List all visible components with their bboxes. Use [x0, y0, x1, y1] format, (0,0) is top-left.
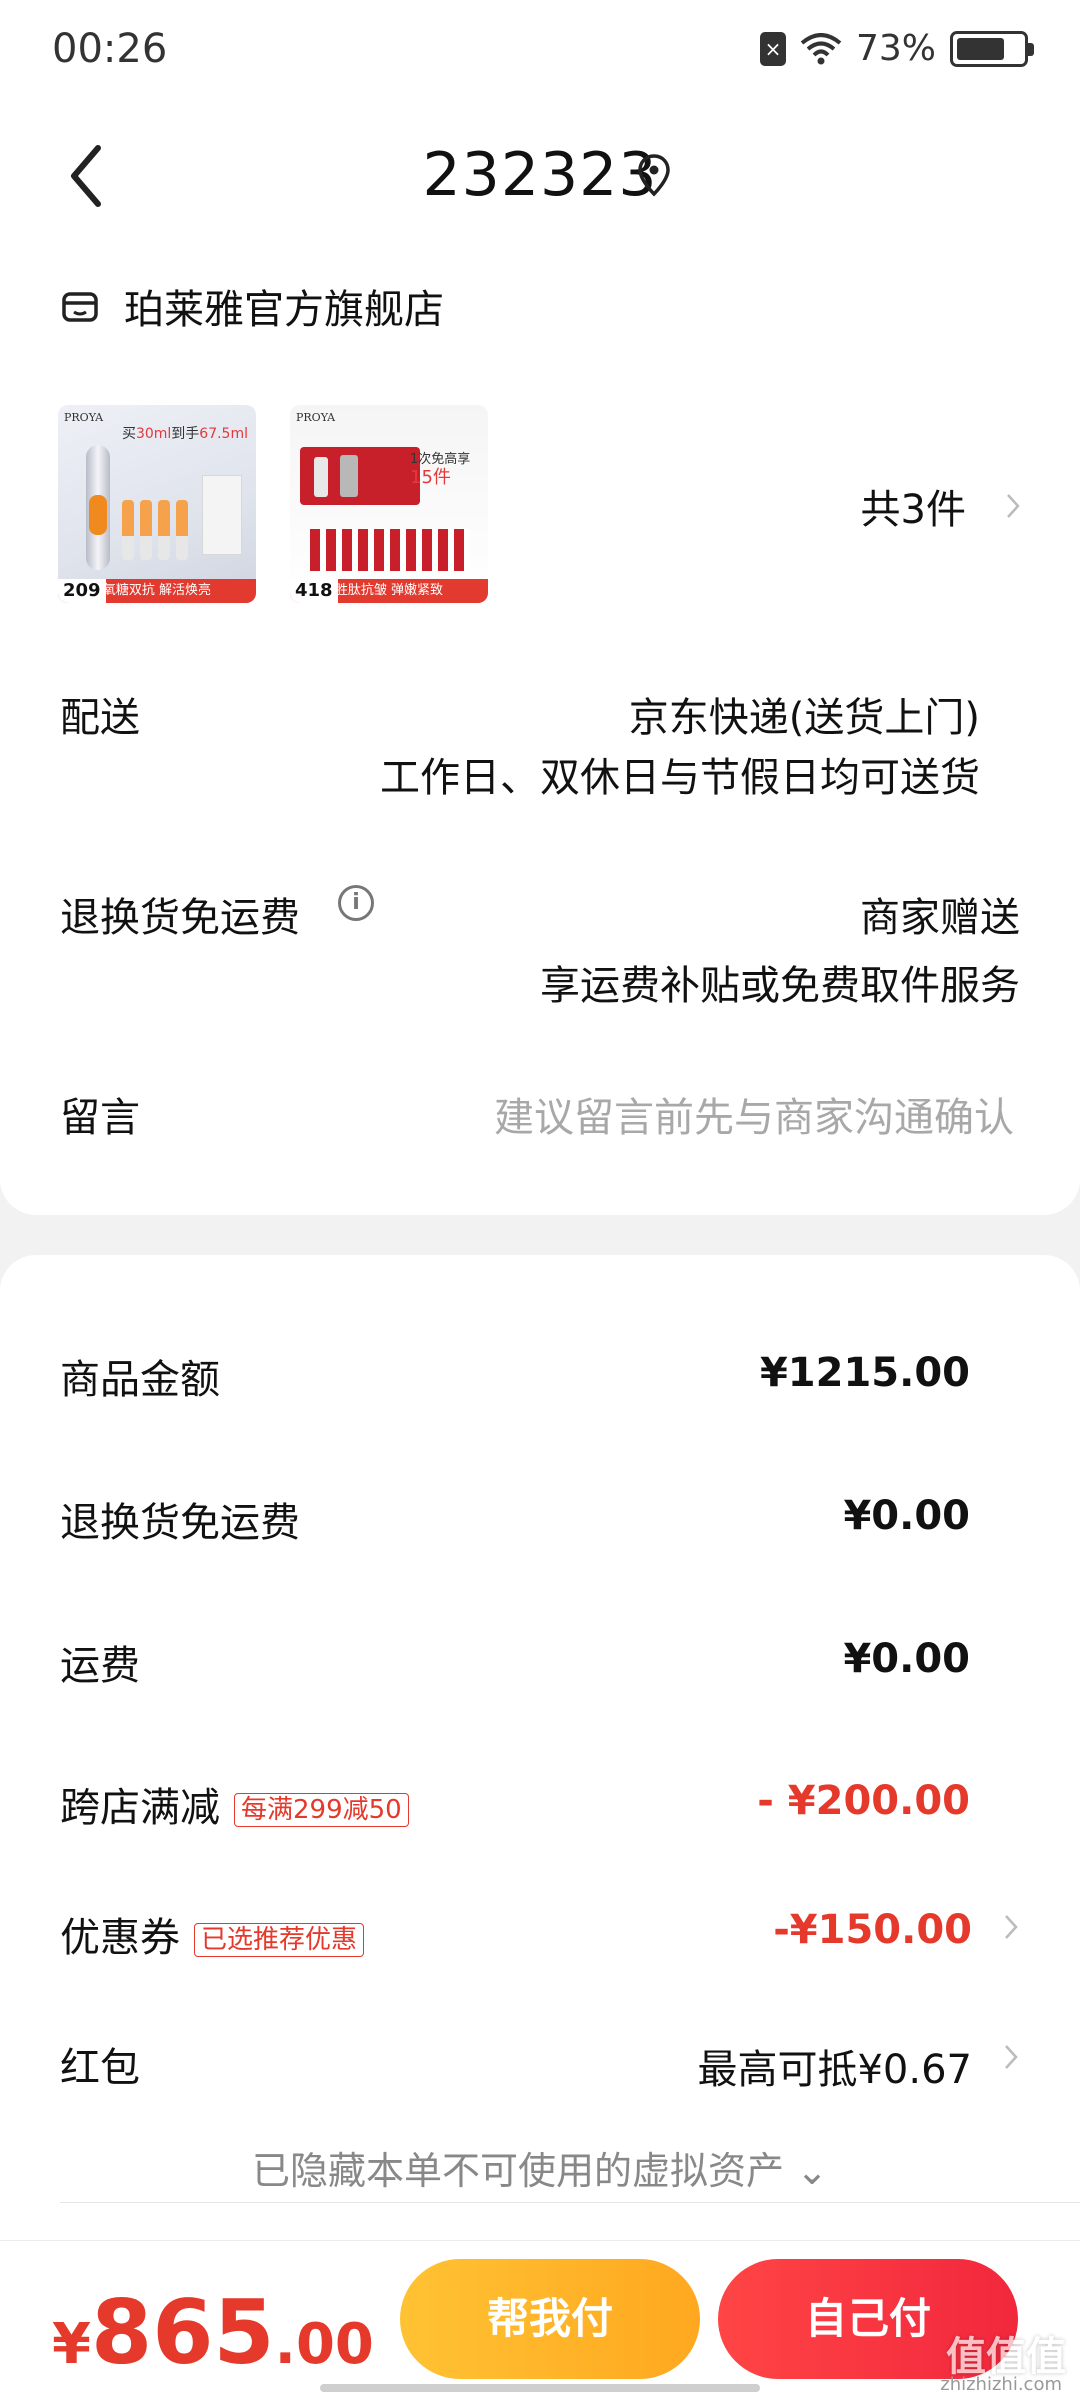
- return-fee-value: ¥0.00: [843, 1493, 970, 1539]
- cross-store-value: - ¥200.00: [757, 1778, 970, 1824]
- nav-bar: 232323: [0, 100, 1080, 250]
- coupon-tag: 已选推荐优惠: [194, 1923, 365, 1957]
- product-price: 209: [58, 579, 106, 603]
- sim-icon: ×: [759, 31, 786, 66]
- cross-store-tag: 每满299减50: [234, 1793, 409, 1827]
- item-count: 共3件: [860, 487, 966, 533]
- chevron-right-icon: [1007, 494, 1020, 518]
- battery-icon: [950, 30, 1034, 67]
- goods-amount-label: 商品金额: [60, 1357, 220, 1403]
- goods-amount-value: ¥1215.00: [759, 1350, 970, 1396]
- home-indicator[interactable]: [320, 2384, 760, 2392]
- message-input[interactable]: 建议留言前先与商家沟通确认: [494, 1085, 1014, 1143]
- product-vial: [176, 500, 188, 560]
- order-card: 珀莱雅官方旗舰店 PROYA 买30ml到手67.5ml 氧糖双抗 解活焕亮 2…: [0, 235, 1080, 1215]
- battery-percent: 73%: [855, 28, 936, 69]
- delivery-method[interactable]: 京东快递(送货上门): [629, 685, 980, 743]
- delivery-schedule[interactable]: 工作日、双休日与节假日均可送货: [380, 745, 980, 803]
- delivery-label: 配送: [60, 695, 140, 741]
- product-mini-bottles: [310, 529, 470, 571]
- divider: [60, 2202, 1080, 2203]
- item-count-link[interactable]: 共3件: [861, 477, 1020, 535]
- product-vial: [122, 500, 134, 560]
- product-promo: 买30ml到手67.5ml: [121, 426, 248, 442]
- product-vial: [158, 500, 170, 560]
- product-box: [202, 475, 242, 555]
- product-brand: PROYA: [296, 411, 336, 424]
- store-icon: [62, 292, 98, 322]
- chevron-right-icon[interactable]: [1004, 1913, 1018, 1941]
- battery-level: [957, 37, 1004, 60]
- status-time: 00:26: [52, 26, 168, 72]
- status-icons: × 73%: [759, 28, 1034, 69]
- chevron-right-icon[interactable]: [1004, 2043, 1018, 2071]
- product-vial: [140, 500, 152, 560]
- status-bar: 00:26 × 73%: [0, 0, 1080, 100]
- info-icon[interactable]: i: [338, 885, 374, 921]
- coupon-label[interactable]: 优惠券 已选推荐优惠: [60, 1905, 365, 1963]
- hidden-assets-toggle[interactable]: 已隐藏本单不可使用的虚拟资产 ⌄: [0, 2140, 1080, 2195]
- product-thumbnail[interactable]: PROYA 1次免高享 15件 胜肽抗皱 弹嫩紧致 418: [290, 405, 488, 603]
- coupon-value[interactable]: -¥150.00: [773, 1907, 972, 1953]
- product-gift-box: [300, 447, 420, 505]
- return-shipping-label: 退换货免运费: [60, 895, 300, 941]
- return-fee-label: 退换货免运费: [60, 1500, 300, 1546]
- location-pin-icon[interactable]: [636, 152, 672, 200]
- amount-card: 商品金额 ¥1215.00 退换货免运费 ¥0.00 运费 ¥0.00 跨店满减…: [0, 1255, 1080, 2255]
- shipping-label: 运费: [60, 1643, 140, 1689]
- red-packet-value[interactable]: 最高可抵¥0.67: [697, 2037, 972, 2095]
- return-shipping-desc: 享运费补贴或免费取件服务: [540, 963, 1020, 1009]
- page-title: 232323: [422, 140, 658, 210]
- watermark-url: zhizhizhi.com: [940, 2374, 1062, 2395]
- wifi-icon: [800, 32, 842, 64]
- product-price: 418: [290, 579, 338, 603]
- red-packet-label: 红包: [60, 2045, 140, 2091]
- help-pay-button[interactable]: 帮我付: [400, 2259, 700, 2379]
- store-header[interactable]: 珀莱雅官方旗舰店: [60, 277, 444, 335]
- return-shipping-value: 商家赠送: [860, 895, 1020, 941]
- order-total: ¥865.00: [52, 2281, 374, 2384]
- shipping-value: ¥0.00: [843, 1636, 970, 1682]
- message-label: 留言: [60, 1095, 140, 1141]
- product-thumbnail[interactable]: PROYA 买30ml到手67.5ml 氧糖双抗 解活焕亮 209: [58, 405, 256, 603]
- checkout-bar: ¥865.00 帮我付 自己付: [0, 2240, 1080, 2400]
- product-promo: 1次免高享 15件: [410, 452, 471, 488]
- cross-store-label: 跨店满减 每满299减50: [60, 1775, 409, 1833]
- product-brand: PROYA: [64, 411, 104, 424]
- product-bottle: [86, 445, 110, 570]
- store-name: 珀莱雅官方旗舰店: [124, 287, 444, 333]
